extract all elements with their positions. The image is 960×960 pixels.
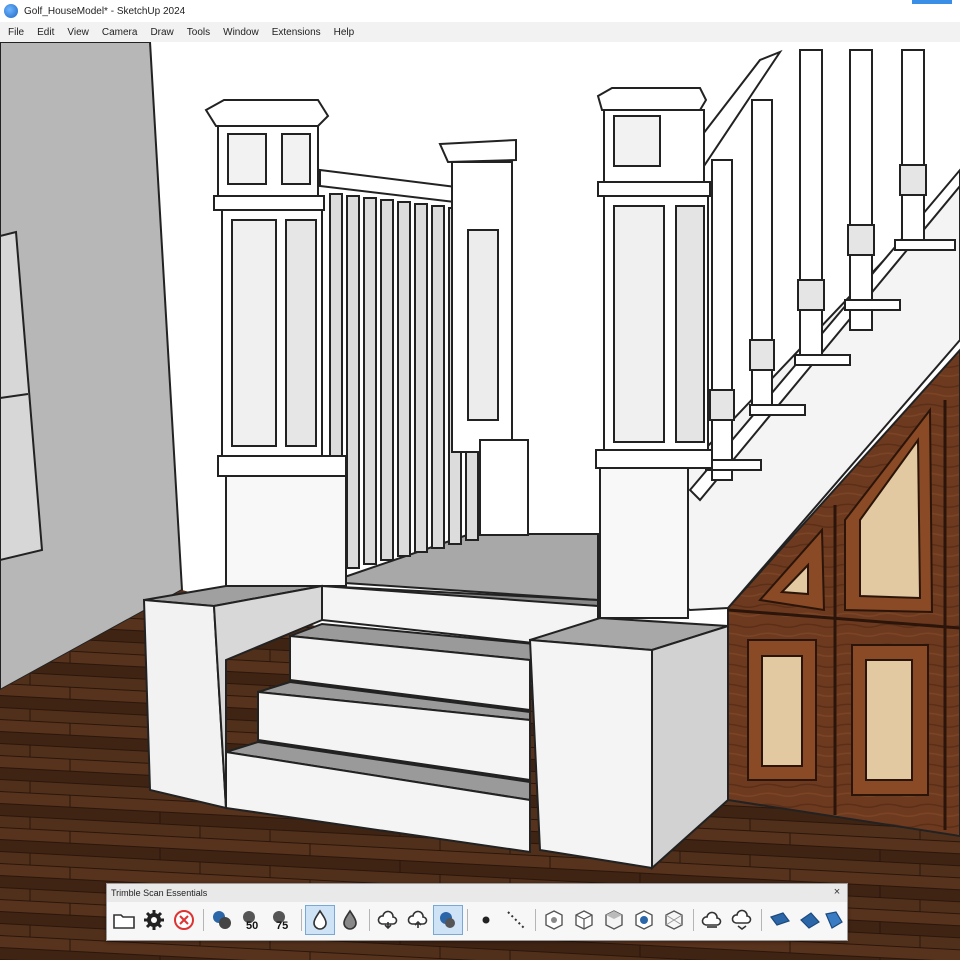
droplet-active-icon xyxy=(313,909,327,930)
cloud-up-button[interactable] xyxy=(403,905,433,935)
cube-outline-icon xyxy=(575,910,593,930)
layers-50-icon: 50 xyxy=(243,911,258,932)
close-icon[interactable]: × xyxy=(831,886,843,898)
layers-75-icon: 75 xyxy=(273,911,288,932)
droplet-active-button[interactable] xyxy=(305,905,335,935)
toolbar-separator xyxy=(369,909,370,931)
gear-icon xyxy=(144,910,164,930)
menu-view[interactable]: View xyxy=(59,27,94,38)
cloud-layers-icon xyxy=(440,912,455,928)
plane-c-button[interactable] xyxy=(819,905,849,935)
toolbar-separator xyxy=(301,909,302,931)
point-icon xyxy=(482,916,490,924)
toolbar-separator xyxy=(203,909,204,931)
menu-help[interactable]: Help xyxy=(326,27,360,38)
layers-50-button[interactable]: 50 xyxy=(237,905,267,935)
menu-bar: File Edit View Camera Draw Tools Window … xyxy=(0,22,960,42)
layers-icon xyxy=(213,911,231,929)
layers-75-button[interactable]: 75 xyxy=(267,905,297,935)
cloud-b-button[interactable] xyxy=(727,905,757,935)
svg-text:75: 75 xyxy=(276,920,288,932)
toolbar-buttons: 50 75 xyxy=(107,904,847,938)
staircase-model-render[interactable] xyxy=(0,42,960,960)
cube-blue-icon xyxy=(635,910,653,930)
cloud-down-button[interactable] xyxy=(373,905,403,935)
menu-camera[interactable]: Camera xyxy=(94,27,143,38)
droplet-icon xyxy=(343,909,357,930)
window-title: Golf_HouseModel* - SketchUp 2024 xyxy=(24,5,186,17)
dotted-line-button[interactable] xyxy=(501,905,531,935)
toolbar-separator xyxy=(761,909,762,931)
plane-a-icon xyxy=(770,912,790,926)
open-folder-icon xyxy=(113,914,135,929)
droplet-button[interactable] xyxy=(335,905,365,935)
cube-blue-button[interactable] xyxy=(629,905,659,935)
menu-tools[interactable]: Tools xyxy=(179,27,215,38)
cloud-a-icon xyxy=(701,911,722,928)
title-bar: Golf_HouseModel* - SketchUp 2024 xyxy=(0,0,960,22)
plane-a-button[interactable] xyxy=(765,905,795,935)
cloud-layers-button[interactable] xyxy=(433,905,463,935)
open-folder-button[interactable] xyxy=(109,905,139,935)
cube-wire-icon xyxy=(665,910,683,930)
settings-button[interactable] xyxy=(139,905,169,935)
cancel-button[interactable] xyxy=(169,905,199,935)
cancel-icon xyxy=(174,910,194,930)
toolbar-title[interactable]: Trimble Scan Essentials xyxy=(107,884,847,902)
cube-top-button[interactable] xyxy=(599,905,629,935)
menu-edit[interactable]: Edit xyxy=(29,27,59,38)
cube-wire-button[interactable] xyxy=(659,905,689,935)
svg-text:50: 50 xyxy=(246,920,258,932)
toolbar-separator xyxy=(467,909,468,931)
menu-window[interactable]: Window xyxy=(215,27,264,38)
layers-button[interactable] xyxy=(207,905,237,935)
plane-c-icon xyxy=(825,911,843,929)
toolbar-separator xyxy=(535,909,536,931)
point-button[interactable] xyxy=(471,905,501,935)
window-controls[interactable] xyxy=(912,0,952,4)
cloud-a-button[interactable] xyxy=(697,905,727,935)
menu-extensions[interactable]: Extensions xyxy=(264,27,326,38)
cube-top-icon xyxy=(605,910,623,930)
menu-draw[interactable]: Draw xyxy=(142,27,178,38)
scan-essentials-toolbar: Trimble Scan Essentials × 50 75 xyxy=(106,883,848,941)
cloud-down-icon xyxy=(377,910,398,930)
menu-file[interactable]: File xyxy=(0,27,29,38)
cube-outline-button[interactable] xyxy=(569,905,599,935)
cube-view-button[interactable] xyxy=(539,905,569,935)
model-viewport[interactable] xyxy=(0,42,960,960)
cloud-up-icon xyxy=(407,910,428,928)
cube-view-icon xyxy=(545,910,563,930)
cloud-b-icon xyxy=(731,909,752,930)
toolbar-separator xyxy=(693,909,694,931)
sketchup-logo-icon xyxy=(4,4,18,18)
dotted-line-icon xyxy=(507,911,525,929)
